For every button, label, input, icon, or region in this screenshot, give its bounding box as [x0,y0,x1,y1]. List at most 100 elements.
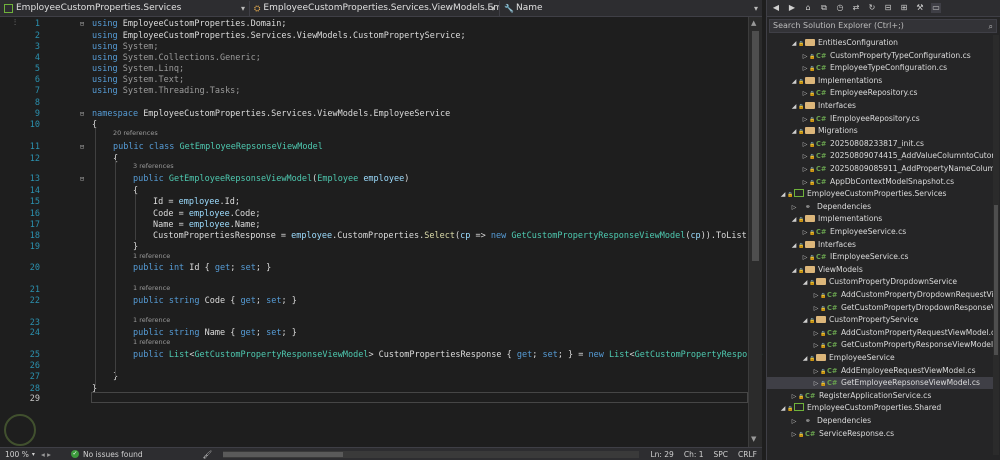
collapsed-arrow-icon[interactable]: ▷ [801,252,809,263]
code-line[interactable]: using System.Collections.Generic; [92,53,261,63]
home-icon[interactable]: ⌂ [803,3,813,13]
tree-folder[interactable]: ◢ 🔒 Implementations [767,75,993,87]
tree-item[interactable]: ▷ 🔒C# 20250809074415_AddValueColumntoCutom… [767,150,993,162]
tree-item[interactable]: ▷ 🔒C# CustomPropertyTypeConfiguration.cs [767,50,993,62]
code-editor[interactable]: EmployeeCustomProperties.Services ▾ ⛭ Em… [0,0,763,460]
code-line[interactable]: namespace EmployeeCustomProperties.Servi… [92,109,450,119]
scroll-up-icon[interactable]: ▲ [751,19,756,27]
tree-item[interactable]: ▷ ⚭ Dependencies [767,201,993,213]
indent-mode[interactable]: SPC [709,448,734,460]
expanded-arrow-icon[interactable]: ◢ [779,403,787,414]
code-line[interactable]: using System; [92,42,159,52]
tree-folder[interactable]: ◢ 🔒 Implementations [767,213,993,225]
collapsed-arrow-icon[interactable]: ▷ [812,328,820,339]
show-all-files-icon[interactable]: ⊞ [899,3,909,13]
scroll-down-icon[interactable]: ▼ [751,435,756,443]
collapsed-arrow-icon[interactable]: ▷ [801,177,809,188]
code-line[interactable]: Code = employee.Code; [153,209,261,219]
code-line[interactable]: Name = employee.Name; [153,220,261,230]
collapsed-arrow-icon[interactable]: ▷ [812,290,820,301]
tree-item[interactable]: ▷ 🔒C# AddCustomPropertyRequestViewModel.cs [767,327,993,339]
code-line[interactable]: using EmployeeCustomProperties.Services.… [92,31,466,41]
explorer-scrollbar[interactable] [993,35,999,455]
code-line[interactable]: public string Name { get; set; } [133,328,297,338]
code-line[interactable]: using System.Text; [92,75,184,85]
forward-icon[interactable]: ▶ [787,3,797,13]
wrench-icon[interactable]: ⚒ [915,3,925,13]
expanded-arrow-icon[interactable]: ◢ [779,189,787,200]
tree-item[interactable]: ▷ 🔒C# GetCustomPropertyResponseViewModel.c… [767,339,993,351]
code-line[interactable]: public int Id { get; set; } [133,263,271,273]
preview-icon[interactable]: ▭ [931,3,941,13]
tree-item[interactable]: ▷ 🔒C# AddEmployeeRequestViewModel.cs [767,365,993,377]
collapsed-arrow-icon[interactable]: ▷ [801,63,809,74]
collapsed-arrow-icon[interactable]: ▷ [790,429,798,440]
collapsed-arrow-icon[interactable]: ▷ [790,202,798,213]
expanded-arrow-icon[interactable]: ◢ [790,265,798,276]
tree-item[interactable]: ▷ 🔒C# ServiceResponse.cs [767,428,993,440]
expanded-arrow-icon[interactable]: ◢ [801,315,809,326]
scrollbar-thumb[interactable] [752,31,759,261]
collapsed-arrow-icon[interactable]: ▷ [801,139,809,150]
tree-item[interactable]: ▷ 🔒C# GetCustomPropertyDropdownResponseVi [767,302,993,314]
tree-item[interactable]: ▷ 🔒C# GetEmployeeRepsonseViewModel.cs [767,377,993,390]
codelens-references[interactable]: 1 reference [133,284,170,292]
editor-vertical-scrollbar[interactable]: ▲ ▼ [748,17,762,447]
collapsed-arrow-icon[interactable]: ▷ [790,416,798,427]
collapsed-arrow-icon[interactable]: ▷ [790,391,798,402]
codelens-references[interactable]: 20 references [113,129,158,137]
collapsed-arrow-icon[interactable]: ▷ [812,303,820,314]
tree-item[interactable]: ▷ 🔒C# IEmployeeRepository.cs [767,113,993,125]
collapse-all-icon[interactable]: ⊟ [883,3,893,13]
line-ending[interactable]: CRLF [733,448,762,460]
back-icon[interactable]: ◀ [771,3,781,13]
collapsed-arrow-icon[interactable]: ▷ [801,227,809,238]
fold-toggle-icon[interactable]: ⊟ [78,175,86,183]
switch-views-icon[interactable]: ⧉ [819,3,829,13]
code-line[interactable]: using System.Linq; [92,64,184,74]
tree-item[interactable]: ▷ 🔒C# RegisterApplicationService.cs [767,390,993,402]
tree-project[interactable]: ◢ 🔒 EmployeeCustomProperties.Services [767,188,993,200]
navigation-arrows[interactable]: ◂ ▸ [36,448,66,460]
collapsed-arrow-icon[interactable]: ▷ [812,378,820,389]
expanded-arrow-icon[interactable]: ◢ [790,214,798,225]
tree-item[interactable]: ▷ 🔒C# IEmployeeService.cs [767,251,993,263]
expanded-arrow-icon[interactable]: ◢ [790,76,798,87]
codelens-references[interactable]: 1 reference [133,338,170,346]
tree-folder[interactable]: ◢ 🔒 CustomPropertyDropdownService [767,276,993,288]
code-line[interactable]: using System.Threading.Tasks; [92,86,240,96]
tree-folder[interactable]: ◢ 🔒 ViewModels [767,264,993,276]
code-line[interactable]: using EmployeeCustomProperties.Domain; [92,19,286,29]
tree-item[interactable]: ▷ 🔒C# 20250808233817_init.cs [767,138,993,150]
collapsed-arrow-icon[interactable]: ▷ [801,164,809,175]
code-line[interactable]: public class GetEmployeeRepsonseViewMode… [113,142,323,152]
tree-folder[interactable]: ◢ 🔒 Interfaces [767,239,993,251]
collapsed-arrow-icon[interactable]: ▷ [801,151,809,162]
code-line[interactable]: public string Code { get; set; } [133,296,297,306]
expanded-arrow-icon[interactable]: ◢ [790,38,798,49]
horizontal-scrollbar[interactable] [223,450,640,458]
tree-folder[interactable]: ◢ 🔒 EmployeeService [767,352,993,364]
tree-item[interactable]: ▷ 🔒C# 20250809085911_AddPropertyNameColumn… [767,163,993,175]
expanded-arrow-icon[interactable]: ◢ [790,126,798,137]
codelens-references[interactable]: 1 reference [133,316,170,324]
tree-folder[interactable]: ◢ 🔒 Migrations [767,125,993,137]
line-indicator[interactable]: Ln: 29 [645,448,678,460]
expanded-arrow-icon[interactable]: ◢ [801,277,809,288]
scrollbar-thumb[interactable] [994,205,998,355]
tree-item[interactable]: ▷ 🔒C# EmployeeTypeConfiguration.cs [767,62,993,74]
fold-toggle-icon[interactable]: ⊟ [78,143,86,151]
collapsed-arrow-icon[interactable]: ▷ [801,51,809,62]
collapsed-arrow-icon[interactable]: ▷ [812,366,820,377]
tree-folder[interactable]: ◢ 🔒 EntitiesConfiguration [767,37,993,49]
code-line[interactable]: public GetEmployeeRepsonseViewModel(Empl… [133,174,409,184]
code-line[interactable]: public List<GetCustomPropertyResponseVie… [133,350,763,360]
expanded-arrow-icon[interactable]: ◢ [801,353,809,364]
collapsed-arrow-icon[interactable]: ▷ [801,114,809,125]
codelens-references[interactable]: 3 references [133,162,174,170]
code-line[interactable]: Id = employee.Id; [153,197,240,207]
tree-item[interactable]: ▷ 🔒C# AppDbContextModelSnapshot.cs [767,176,993,188]
explorer-search-input[interactable]: Search Solution Explorer (Ctrl+;) ⌕ [769,19,997,33]
tree-item[interactable]: ▷ 🔒C# EmployeeRepository.cs [767,87,993,99]
zoom-level[interactable]: 100 % ▾ [0,448,36,460]
